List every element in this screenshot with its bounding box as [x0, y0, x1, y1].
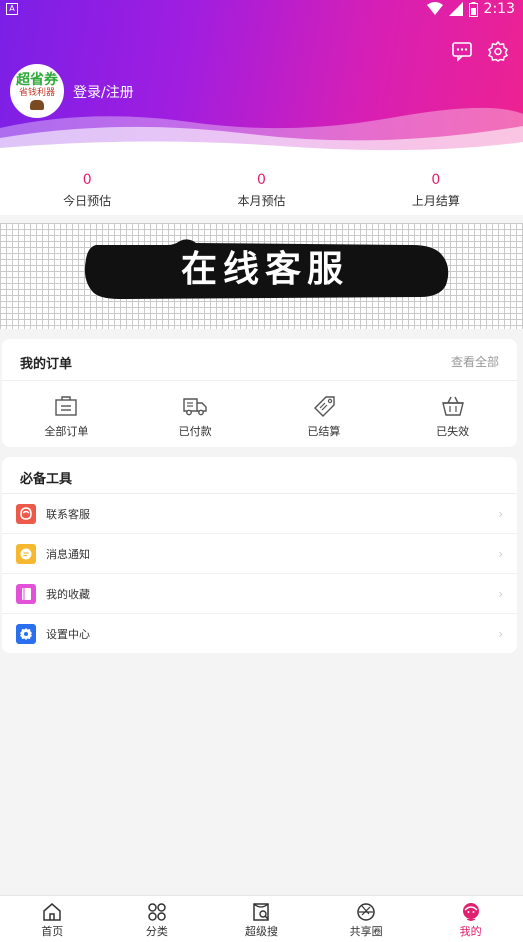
tab-label: 共享圈 [349, 925, 383, 938]
tab-home[interactable]: 首页 [0, 896, 105, 942]
orders-title: 我的订单 [20, 357, 73, 372]
order-item-label: 全部订单 [44, 425, 89, 438]
home-icon [43, 903, 62, 921]
earnings-stats: 0 今日预估 0 本月预估 0 上月结算 [0, 160, 523, 215]
my-orders-card: 我的订单 查看全部 全部订单 已付款 已结算 已失效 [2, 339, 517, 447]
orders-header: 我的订单 查看全部 [2, 339, 517, 381]
tab-label: 超级搜 [244, 925, 278, 938]
order-item-label: 已结算 [307, 425, 341, 438]
tab-profile[interactable]: 我的 [418, 896, 523, 942]
settings-center-icon [16, 624, 36, 644]
stat-label: 今日预估 [63, 194, 112, 208]
tag-icon [313, 396, 335, 417]
favorites-icon [16, 584, 36, 604]
tool-label: 联系客服 [46, 508, 90, 521]
category-icon [148, 903, 166, 921]
tab-share-circle[interactable]: 共享圈 [314, 896, 419, 942]
stat-label: 上月结算 [411, 194, 460, 208]
tool-label: 设置中心 [46, 628, 90, 641]
order-item-label: 已失效 [436, 425, 470, 438]
status-icons: 2:13 [426, 1, 515, 17]
bottom-tab-bar: 首页 分类 超级搜 共享圈 我的 [0, 895, 523, 942]
login-register-link[interactable]: 登录/注册 [73, 82, 134, 102]
tab-category[interactable]: 分类 [105, 896, 210, 942]
chevron-right-icon: › [498, 587, 503, 601]
stat-last-month[interactable]: 0 上月结算 [349, 160, 523, 215]
tool-notifications[interactable]: 消息通知 › [2, 534, 517, 574]
tab-super-search[interactable]: 超级搜 [209, 896, 314, 942]
tools-title: 必备工具 [20, 472, 73, 487]
bag-icon [55, 396, 78, 416]
stat-label: 本月预估 [237, 194, 286, 208]
tool-label: 消息通知 [46, 548, 90, 561]
chevron-right-icon: › [498, 507, 503, 521]
tool-settings-center[interactable]: 设置中心 › [2, 614, 517, 654]
avatar-logo-text: 超省券 [16, 72, 58, 88]
tab-label: 首页 [41, 925, 64, 938]
truck-icon [183, 398, 207, 416]
order-all[interactable]: 全部订单 [2, 381, 131, 447]
tool-contact-service[interactable]: 联系客服 › [2, 494, 517, 534]
tab-label: 分类 [145, 925, 168, 938]
order-paid[interactable]: 已付款 [131, 381, 260, 447]
avatar-logo-subtext: 省钱利器 [18, 88, 55, 98]
stat-value: 0 [257, 172, 266, 188]
tab-label: 我的 [459, 925, 482, 938]
stat-value: 0 [82, 172, 92, 188]
chevron-right-icon: › [498, 627, 503, 641]
tools-header: 必备工具 [2, 457, 517, 494]
message-icon[interactable] [451, 40, 473, 62]
chevron-right-icon: › [498, 547, 503, 561]
wifi-icon [426, 2, 443, 15]
header-actions [451, 40, 509, 62]
status-time: 2:13 [483, 1, 515, 17]
header-wave [0, 107, 523, 160]
stat-this-month[interactable]: 0 本月预估 [174, 160, 348, 215]
order-status-row: 全部订单 已付款 已结算 已失效 [2, 381, 517, 447]
stat-today[interactable]: 0 今日预估 [0, 160, 174, 215]
order-settled[interactable]: 已结算 [260, 381, 389, 447]
battery-icon [468, 1, 478, 17]
customer-service-icon [16, 504, 36, 524]
super-search-icon [253, 903, 270, 921]
share-circle-icon [357, 903, 375, 921]
tool-label: 我的收藏 [46, 588, 90, 601]
signal-icon [448, 2, 463, 16]
banner-title: 在线客服 [180, 248, 349, 290]
profile-header: A 2:13 超省券 省钱利器 登录/注册 [0, 0, 523, 160]
status-bar: A 2:13 [0, 0, 523, 20]
basket-icon [441, 396, 464, 416]
settings-icon[interactable] [487, 40, 509, 62]
profile-icon [462, 903, 479, 921]
status-badge: A [6, 3, 18, 15]
essential-tools-card: 必备工具 联系客服 › 消息通知 › 我的收藏 › 设置中心 › [2, 457, 517, 653]
notification-icon [16, 544, 36, 564]
tool-favorites[interactable]: 我的收藏 › [2, 574, 517, 614]
order-invalid[interactable]: 已失效 [388, 381, 517, 447]
order-item-label: 已付款 [178, 425, 212, 438]
view-all-orders-link[interactable]: 查看全部 [451, 353, 499, 370]
stat-value: 0 [431, 172, 441, 188]
